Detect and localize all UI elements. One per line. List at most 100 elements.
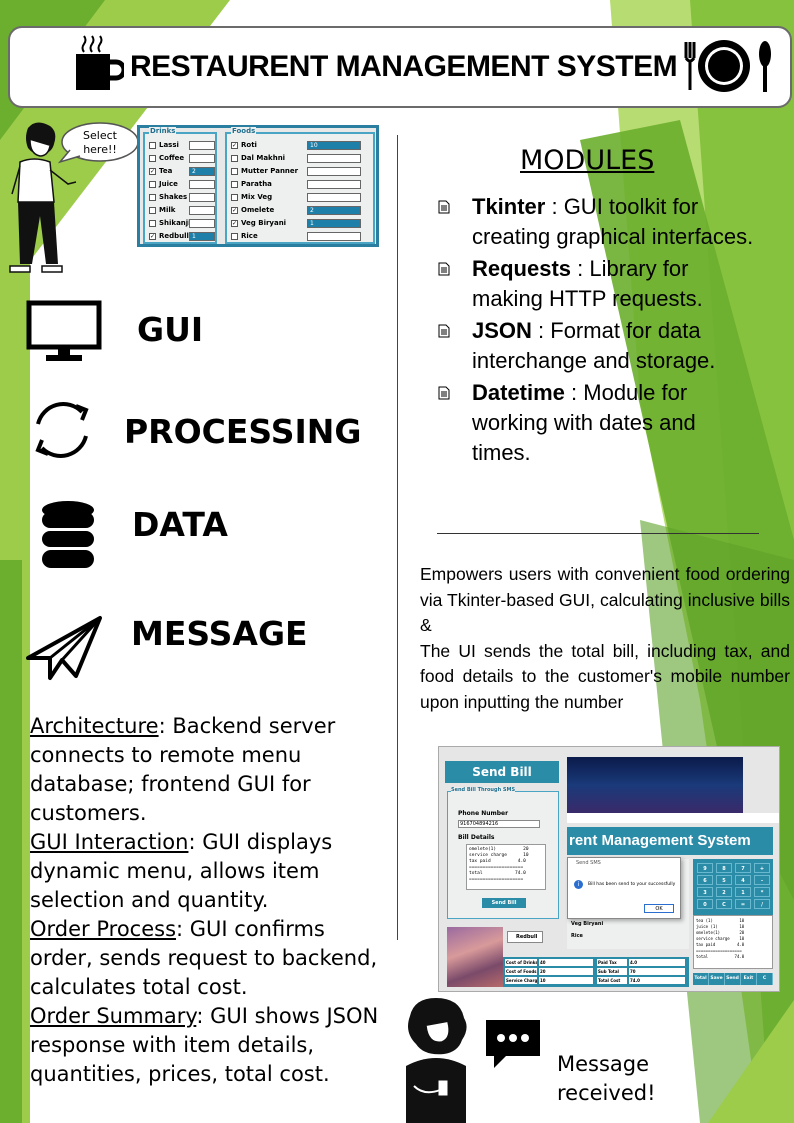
item-checkbox[interactable]	[231, 167, 238, 175]
item-checkbox[interactable]: ✓	[149, 232, 156, 240]
calculator-key[interactable]: +	[754, 863, 770, 873]
menu-item-row[interactable]: Shakes	[149, 192, 215, 202]
quantity-input[interactable]: 10	[307, 140, 361, 150]
calculator-key[interactable]: C	[716, 899, 732, 909]
calculator-key[interactable]: 9	[697, 863, 713, 873]
quantity-input[interactable]	[307, 179, 361, 189]
calculator-key[interactable]: 7	[735, 863, 751, 873]
menu-item-row[interactable]: ✓ Omelete 2	[231, 205, 361, 215]
item-checkbox[interactable]	[149, 154, 156, 162]
item-label: Rice	[241, 232, 258, 240]
quantity-input[interactable]	[189, 192, 215, 202]
person-with-phone-illustration	[406, 998, 467, 1123]
quantity-input[interactable]: 2	[189, 166, 215, 176]
bottom-action-button[interactable]: C	[757, 973, 773, 985]
quantity-input[interactable]	[307, 153, 361, 163]
item-checkbox[interactable]: ✓	[231, 219, 238, 227]
quantity-input[interactable]	[307, 166, 361, 176]
item-checkbox[interactable]	[149, 141, 156, 149]
item-checkbox[interactable]	[149, 219, 156, 227]
menu-item-row[interactable]: Mutter Panner	[231, 166, 361, 176]
dialog-ok-button[interactable]: OK	[644, 904, 674, 913]
menu-item-row[interactable]: Dal Makhni	[231, 153, 361, 163]
calculator-key[interactable]: 4	[735, 875, 751, 885]
calculator-key[interactable]: /	[754, 899, 770, 909]
menu-item-row[interactable]: ✓ Roti 10	[231, 140, 361, 150]
menu-item-row[interactable]: Juice	[149, 179, 215, 189]
item-checkbox[interactable]: ✓	[231, 206, 238, 214]
paper-plane-icon	[26, 616, 102, 680]
item-checkbox[interactable]	[149, 180, 156, 188]
item-checkbox[interactable]	[231, 232, 238, 240]
calculator-key[interactable]: 6	[697, 875, 713, 885]
menu-item-row[interactable]: Paratha	[231, 179, 361, 189]
foods-title: Foods	[231, 127, 257, 135]
phone-input[interactable]: 916704894216	[458, 820, 540, 828]
module-item: Tkinter : GUI toolkit for creating graph…	[438, 192, 758, 252]
bill-details-textbox[interactable]: omelete(1) 20 service charge 10 tax paid…	[466, 844, 546, 890]
menu-item-row[interactable]: Coffee	[149, 153, 215, 163]
item-label: Dal Makhni	[241, 154, 286, 162]
quantity-input[interactable]	[307, 231, 361, 241]
quantity-input[interactable]	[189, 179, 215, 189]
menu-item-row[interactable]: Rice	[231, 231, 361, 241]
item-checkbox[interactable]	[231, 154, 238, 162]
item-checkbox[interactable]	[231, 193, 238, 201]
bottom-action-button[interactable]: Send	[725, 973, 741, 985]
drinks-title: Drinks	[149, 127, 177, 135]
menu-item-row[interactable]: Mix Veg	[231, 192, 361, 202]
phone-label: Phone Number	[458, 810, 509, 817]
quantity-input[interactable]: 1	[307, 218, 361, 228]
cost-cell: Sub Total	[597, 968, 627, 975]
plate-cutlery-icon	[684, 40, 771, 92]
menu-item-row[interactable]: Lassi	[149, 140, 215, 150]
modules-list: Tkinter : GUI toolkit for creating graph…	[438, 192, 758, 470]
item-checkbox[interactable]	[231, 180, 238, 188]
calculator-key[interactable]: -	[754, 875, 770, 885]
calculator-key[interactable]: *	[754, 887, 770, 897]
cost-cell: Paid Tax	[597, 959, 627, 966]
item-checkbox[interactable]: ✓	[149, 167, 156, 175]
quantity-input[interactable]	[189, 218, 215, 228]
calculator-key[interactable]: 8	[716, 863, 732, 873]
module-item: Datetime : Module for working with dates…	[438, 378, 758, 468]
gui-interaction-heading: GUI Interaction	[30, 830, 189, 854]
module-name: Tkinter	[472, 194, 546, 219]
calculator-key[interactable]: 1	[735, 887, 751, 897]
quantity-input[interactable]	[307, 192, 361, 202]
bottom-action-button[interactable]: Exit	[741, 973, 757, 985]
quantity-input[interactable]: 1	[189, 231, 215, 241]
calculator-key[interactable]: 2	[716, 887, 732, 897]
bottom-action-button[interactable]: Total	[693, 973, 709, 985]
quantity-input[interactable]	[189, 140, 215, 150]
item-label: Milk	[159, 206, 176, 214]
item-checkbox[interactable]	[149, 206, 156, 214]
item-label: Veg Biryani	[241, 219, 287, 227]
quantity-input[interactable]	[189, 153, 215, 163]
calculator-key[interactable]: 3	[697, 887, 713, 897]
description-line-2: The UI sends the total bill, including t…	[420, 640, 790, 712]
menu-item-row[interactable]: ✓ Veg Biryani 1	[231, 218, 361, 228]
item-label: Redbull	[159, 232, 189, 240]
menu-item-row[interactable]: ✓ Redbull 1	[149, 231, 215, 241]
cost-cell: Cost of Foods	[505, 968, 537, 975]
menu-item-row[interactable]: Shikanji	[149, 218, 215, 228]
data-label: DATA	[132, 505, 228, 544]
sunset-image	[447, 927, 503, 987]
redbull-checkbox[interactable]: Redbull	[507, 931, 543, 943]
bottom-action-button[interactable]: Save	[709, 973, 725, 985]
item-checkbox[interactable]: ✓	[231, 141, 238, 149]
calculator-key[interactable]: 5	[716, 875, 732, 885]
veg-biryani-item: Veg Biryani	[571, 921, 604, 927]
quantity-input[interactable]	[189, 205, 215, 215]
item-checkbox[interactable]	[149, 193, 156, 201]
quantity-input[interactable]: 2	[307, 205, 361, 215]
menu-item-row[interactable]: ✓ Tea 2	[149, 166, 215, 176]
cost-cell: Service Charge	[505, 977, 537, 984]
calculator-key[interactable]: =	[735, 899, 751, 909]
calculator-key[interactable]: 0	[697, 899, 713, 909]
cost-summary: Cost of Drinks 40 Paid Tax 4.0 Cost of Foods…	[503, 957, 689, 987]
menu-item-row[interactable]: Milk	[149, 205, 215, 215]
message-label: MESSAGE	[131, 614, 308, 653]
send-bill-button[interactable]: Send Bill	[482, 898, 526, 908]
